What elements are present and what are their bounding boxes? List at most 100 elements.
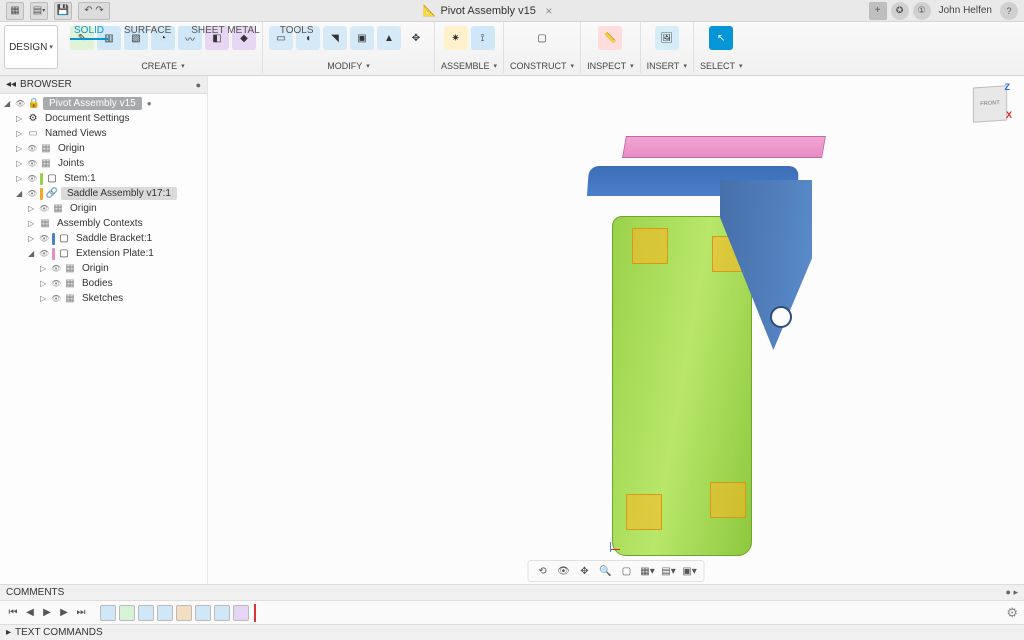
assemble-dropdown[interactable]: ASSEMBLE [441,61,497,71]
timeline-fwd-icon[interactable]: ▶ [57,606,71,620]
joint-origin-br[interactable] [710,482,746,518]
user-name[interactable]: John Helfen [939,5,992,16]
grid-icon[interactable]: ▤▾ [661,563,677,579]
tree-joints[interactable]: ▷👁▦Joints [0,156,207,171]
model-view[interactable] [568,136,848,566]
browser-panel: ◂◂ BROWSER ● ◢👁🔒Pivot Assembly v15● ▷⚙Do… [0,76,208,584]
tab-solid[interactable]: SOLID [70,23,108,40]
ribbon-group-construct: ▢ CONSTRUCT [504,22,581,73]
tree-asm-contexts[interactable]: ▷▦Assembly Contexts [0,216,207,231]
ribbon-group-assemble: ✷ ⟟ ASSEMBLE [435,22,504,73]
measure-icon[interactable]: 📏 [598,26,622,50]
app-menu-icon[interactable]: ▦ [6,2,24,20]
timeline-feature-6[interactable] [195,605,211,621]
select-dropdown[interactable]: SELECT [700,61,743,71]
browser-header[interactable]: ◂◂ BROWSER ● [0,76,207,94]
modify-dropdown[interactable]: MODIFY [327,61,370,71]
tree-stem[interactable]: ▷👁▢Stem:1 [0,171,207,186]
chamfer-icon[interactable]: ◥ [323,26,347,50]
axis-z-label: Z [1005,82,1011,92]
document-title: Pivot Assembly v15 [440,5,535,17]
model-bracket[interactable] [588,150,818,350]
tree-doc-settings[interactable]: ▷⚙Document Settings [0,111,207,126]
orbit-icon[interactable]: ⟲ [535,563,551,579]
timeline-play-icon[interactable]: ▶ [40,606,54,620]
create-dropdown[interactable]: CREATE [141,61,184,71]
notifications-icon[interactable]: ① [913,2,931,20]
timeline-feature-5[interactable] [176,605,192,621]
tree-ep-origin[interactable]: ▷👁▦Origin [0,261,207,276]
save-button[interactable]: 💾 [54,2,72,20]
tree-sketches[interactable]: ▷👁▦Sketches [0,291,207,306]
new-tab-button[interactable]: + [869,2,887,20]
titlebar: ▦ ▤▾ 💾 ↶ ↷ 📐 Pivot Assembly v15 × + ✪ ① … [0,0,1024,22]
timeline-settings-icon[interactable]: ⚙ [1006,605,1018,621]
insert-derive-icon[interactable]: 🖼 [655,26,679,50]
ribbon-group-insert: 🖼 INSERT [641,22,694,73]
document-tab[interactable]: 📐 Pivot Assembly v15 × [110,4,869,18]
workspace-switcher[interactable]: DESIGN [4,25,58,69]
tab-tools[interactable]: TOOLS [276,23,318,40]
timeline-feature-3[interactable] [138,605,154,621]
construct-dropdown[interactable]: CONSTRUCT [510,61,574,71]
timeline-feature-7[interactable] [214,605,230,621]
origin-triad-icon[interactable] [608,542,622,556]
look-icon[interactable]: 👁 [556,563,572,579]
shell-icon[interactable]: ▣ [350,26,374,50]
joint-icon[interactable]: ⟟ [471,26,495,50]
browser-title: BROWSER [20,79,72,90]
move-icon[interactable]: ✥ [404,26,428,50]
expand-textcmd-icon[interactable]: ▸ [6,627,11,638]
tab-sheetmetal[interactable]: SHEET METAL [187,23,264,40]
timeline-feature-2[interactable] [119,605,135,621]
close-tab-icon[interactable]: × [542,4,556,18]
tree-sa-origin[interactable]: ▷👁▦Origin [0,201,207,216]
timeline-feature-8[interactable] [233,605,249,621]
bracket-hole[interactable] [770,306,792,328]
undo-redo-group[interactable]: ↶ ↷ [78,2,110,20]
tab-surface[interactable]: SURFACE [120,23,175,40]
viewcube-face[interactable]: FRONT [973,85,1007,123]
extensions-icon[interactable]: ✪ [891,2,909,20]
view-navbar: ⟲ 👁 ✥ 🔍 ▢ ▦▾ ▤▾ ▣▾ [528,560,705,582]
timeline-feature-4[interactable] [157,605,173,621]
titlebar-right: + ✪ ① John Helfen ? [869,2,1018,20]
ribbon-group-select: ↖ SELECT [694,22,749,73]
timeline-start-icon[interactable]: ⏮ [6,606,20,620]
plane-icon[interactable]: ▢ [530,26,554,50]
tree-saddle-asm[interactable]: ◢👁🔗Saddle Assembly v17:1 [0,186,207,201]
timeline-back-icon[interactable]: ◀ [23,606,37,620]
insert-dropdown[interactable]: INSERT [647,61,687,71]
timeline-marker[interactable] [254,604,256,622]
file-menu-button[interactable]: ▤▾ [30,2,48,20]
document-icon: 📐 [423,4,437,17]
viewports-icon[interactable]: ▣▾ [682,563,698,579]
tree-root[interactable]: ◢👁🔒Pivot Assembly v15● [0,96,207,111]
viewcube[interactable]: FRONT Z X [968,82,1012,126]
tree-saddle-bracket[interactable]: ▷👁▢Saddle Bracket:1 [0,231,207,246]
draft-icon[interactable]: ▲ [377,26,401,50]
pan-icon[interactable]: ✥ [577,563,593,579]
text-commands-header[interactable]: ▸ TEXT COMMANDS [0,624,1024,640]
timeline-end-icon[interactable]: ⏭ [74,606,88,620]
tree-origin[interactable]: ▷👁▦Origin [0,141,207,156]
joint-origin-bl[interactable] [626,494,662,530]
viewport[interactable]: FRONT Z X ⟲ 👁 ✥ 🔍 ▢ ▦▾ ▤▾ ▣▾ [208,76,1024,584]
ribbon-group-inspect: 📏 INSPECT [581,22,641,73]
help-icon[interactable]: ? [1000,2,1018,20]
new-component-icon[interactable]: ✷ [444,26,468,50]
tree-ext-plate[interactable]: ◢👁▢Extension Plate:1 [0,246,207,261]
tree-named-views[interactable]: ▷▭Named Views [0,126,207,141]
tree-bodies[interactable]: ▷👁▦Bodies [0,276,207,291]
fit-icon[interactable]: ▢ [619,563,635,579]
zoom-icon[interactable]: 🔍 [598,563,614,579]
select-cursor-icon[interactable]: ↖ [709,26,733,50]
comments-panel-header[interactable]: COMMENTS ● ▸ [0,584,1024,600]
model-extension-plate[interactable] [622,136,826,158]
collapse-icon[interactable]: ◂◂ [6,79,16,90]
pin-icon[interactable]: ● [196,80,201,90]
inspect-dropdown[interactable]: INSPECT [587,61,634,71]
comments-pin-icon[interactable]: ● ▸ [1006,587,1018,598]
display-style-icon[interactable]: ▦▾ [640,563,656,579]
timeline-feature-1[interactable] [100,605,116,621]
